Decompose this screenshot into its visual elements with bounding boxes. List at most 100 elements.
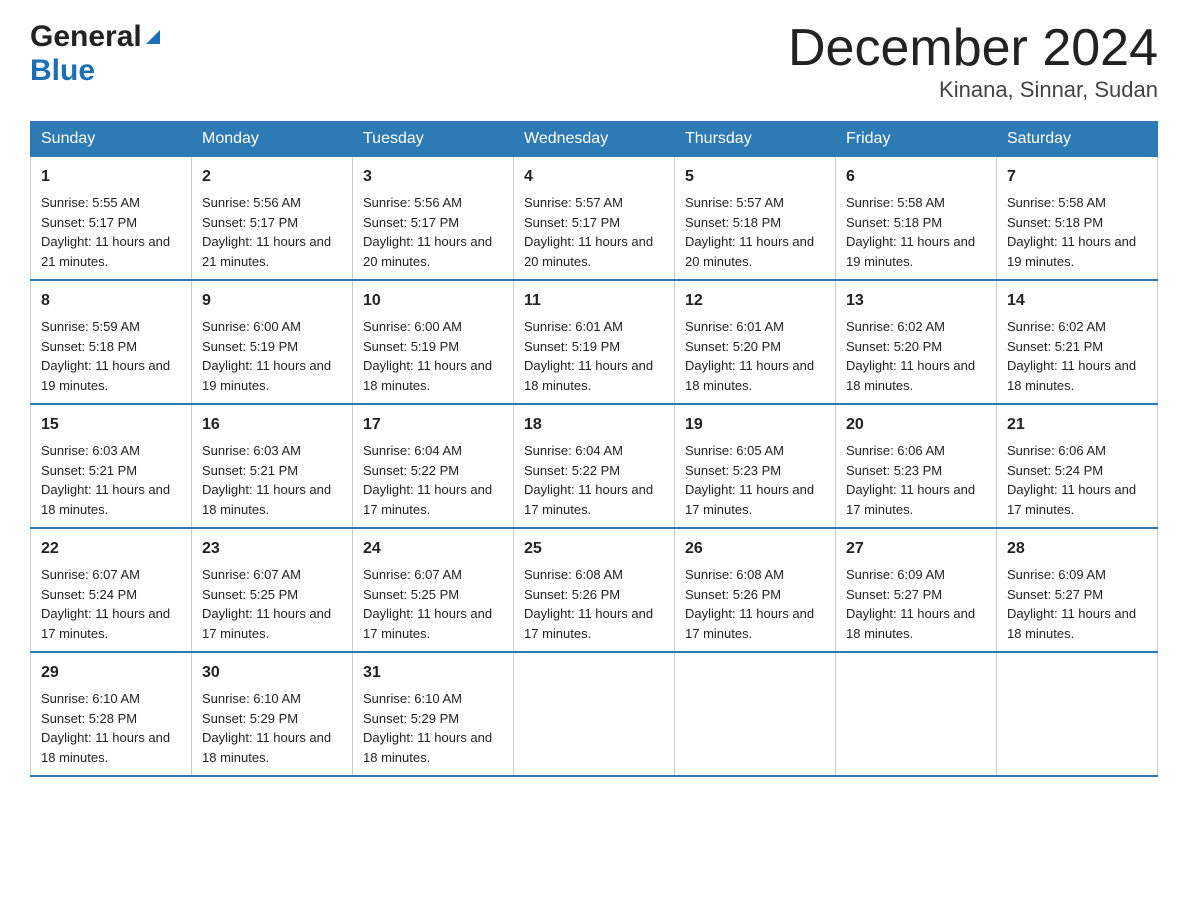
col-friday: Friday <box>836 122 997 157</box>
day-number: 3 <box>363 165 503 189</box>
calendar-cell: 19 Sunrise: 6:05 AMSunset: 5:23 PMDaylig… <box>675 404 836 528</box>
day-info: Sunrise: 6:06 AMSunset: 5:23 PMDaylight:… <box>846 443 975 517</box>
calendar-cell <box>675 652 836 776</box>
calendar-week-row: 8 Sunrise: 5:59 AMSunset: 5:18 PMDayligh… <box>31 280 1158 404</box>
day-number: 16 <box>202 413 342 437</box>
day-info: Sunrise: 5:55 AMSunset: 5:17 PMDaylight:… <box>41 195 170 269</box>
day-info: Sunrise: 6:03 AMSunset: 5:21 PMDaylight:… <box>41 443 170 517</box>
day-info: Sunrise: 5:57 AMSunset: 5:17 PMDaylight:… <box>524 195 653 269</box>
logo: General Blue <box>30 20 162 88</box>
day-info: Sunrise: 6:08 AMSunset: 5:26 PMDaylight:… <box>685 567 814 641</box>
calendar-cell: 4 Sunrise: 5:57 AMSunset: 5:17 PMDayligh… <box>514 157 675 281</box>
calendar-cell: 22 Sunrise: 6:07 AMSunset: 5:24 PMDaylig… <box>31 528 192 652</box>
day-info: Sunrise: 6:07 AMSunset: 5:25 PMDaylight:… <box>202 567 331 641</box>
day-number: 20 <box>846 413 986 437</box>
day-number: 19 <box>685 413 825 437</box>
day-number: 27 <box>846 537 986 561</box>
calendar-cell: 21 Sunrise: 6:06 AMSunset: 5:24 PMDaylig… <box>997 404 1158 528</box>
calendar-cell: 31 Sunrise: 6:10 AMSunset: 5:29 PMDaylig… <box>353 652 514 776</box>
day-number: 21 <box>1007 413 1147 437</box>
calendar-cell: 30 Sunrise: 6:10 AMSunset: 5:29 PMDaylig… <box>192 652 353 776</box>
day-info: Sunrise: 5:56 AMSunset: 5:17 PMDaylight:… <box>363 195 492 269</box>
day-info: Sunrise: 6:09 AMSunset: 5:27 PMDaylight:… <box>846 567 975 641</box>
calendar-header-row: Sunday Monday Tuesday Wednesday Thursday… <box>31 122 1158 157</box>
day-info: Sunrise: 6:02 AMSunset: 5:20 PMDaylight:… <box>846 319 975 393</box>
day-number: 8 <box>41 289 181 313</box>
day-number: 6 <box>846 165 986 189</box>
col-tuesday: Tuesday <box>353 122 514 157</box>
day-info: Sunrise: 6:10 AMSunset: 5:28 PMDaylight:… <box>41 691 170 765</box>
calendar-week-row: 1 Sunrise: 5:55 AMSunset: 5:17 PMDayligh… <box>31 157 1158 281</box>
calendar-cell: 5 Sunrise: 5:57 AMSunset: 5:18 PMDayligh… <box>675 157 836 281</box>
day-number: 14 <box>1007 289 1147 313</box>
calendar-cell: 25 Sunrise: 6:08 AMSunset: 5:26 PMDaylig… <box>514 528 675 652</box>
title-block: December 2024 Kinana, Sinnar, Sudan <box>788 20 1158 103</box>
calendar-cell <box>836 652 997 776</box>
day-info: Sunrise: 6:09 AMSunset: 5:27 PMDaylight:… <box>1007 567 1136 641</box>
calendar-cell: 17 Sunrise: 6:04 AMSunset: 5:22 PMDaylig… <box>353 404 514 528</box>
logo-triangle-icon <box>144 28 162 46</box>
day-number: 4 <box>524 165 664 189</box>
day-number: 25 <box>524 537 664 561</box>
day-info: Sunrise: 6:07 AMSunset: 5:24 PMDaylight:… <box>41 567 170 641</box>
day-info: Sunrise: 5:58 AMSunset: 5:18 PMDaylight:… <box>1007 195 1136 269</box>
page-header: General Blue December 2024 Kinana, Sinna… <box>30 20 1158 103</box>
col-saturday: Saturday <box>997 122 1158 157</box>
calendar-cell <box>514 652 675 776</box>
col-monday: Monday <box>192 122 353 157</box>
calendar-cell: 11 Sunrise: 6:01 AMSunset: 5:19 PMDaylig… <box>514 280 675 404</box>
calendar-week-row: 22 Sunrise: 6:07 AMSunset: 5:24 PMDaylig… <box>31 528 1158 652</box>
day-number: 2 <box>202 165 342 189</box>
day-info: Sunrise: 5:56 AMSunset: 5:17 PMDaylight:… <box>202 195 331 269</box>
day-number: 13 <box>846 289 986 313</box>
calendar-cell: 18 Sunrise: 6:04 AMSunset: 5:22 PMDaylig… <box>514 404 675 528</box>
day-number: 24 <box>363 537 503 561</box>
calendar-week-row: 29 Sunrise: 6:10 AMSunset: 5:28 PMDaylig… <box>31 652 1158 776</box>
day-number: 15 <box>41 413 181 437</box>
day-number: 26 <box>685 537 825 561</box>
calendar-cell: 15 Sunrise: 6:03 AMSunset: 5:21 PMDaylig… <box>31 404 192 528</box>
day-info: Sunrise: 6:01 AMSunset: 5:20 PMDaylight:… <box>685 319 814 393</box>
calendar-cell: 14 Sunrise: 6:02 AMSunset: 5:21 PMDaylig… <box>997 280 1158 404</box>
day-number: 1 <box>41 165 181 189</box>
day-info: Sunrise: 5:58 AMSunset: 5:18 PMDaylight:… <box>846 195 975 269</box>
col-wednesday: Wednesday <box>514 122 675 157</box>
logo-general: General <box>30 20 142 54</box>
day-number: 9 <box>202 289 342 313</box>
day-number: 7 <box>1007 165 1147 189</box>
day-info: Sunrise: 6:02 AMSunset: 5:21 PMDaylight:… <box>1007 319 1136 393</box>
day-number: 12 <box>685 289 825 313</box>
day-number: 18 <box>524 413 664 437</box>
day-info: Sunrise: 6:08 AMSunset: 5:26 PMDaylight:… <box>524 567 653 641</box>
calendar-cell: 12 Sunrise: 6:01 AMSunset: 5:20 PMDaylig… <box>675 280 836 404</box>
calendar-cell: 6 Sunrise: 5:58 AMSunset: 5:18 PMDayligh… <box>836 157 997 281</box>
calendar-week-row: 15 Sunrise: 6:03 AMSunset: 5:21 PMDaylig… <box>31 404 1158 528</box>
calendar-cell: 1 Sunrise: 5:55 AMSunset: 5:17 PMDayligh… <box>31 157 192 281</box>
calendar-cell: 29 Sunrise: 6:10 AMSunset: 5:28 PMDaylig… <box>31 652 192 776</box>
day-number: 31 <box>363 661 503 685</box>
day-info: Sunrise: 6:07 AMSunset: 5:25 PMDaylight:… <box>363 567 492 641</box>
col-sunday: Sunday <box>31 122 192 157</box>
calendar-cell <box>997 652 1158 776</box>
calendar-cell: 20 Sunrise: 6:06 AMSunset: 5:23 PMDaylig… <box>836 404 997 528</box>
day-number: 5 <box>685 165 825 189</box>
calendar-cell: 26 Sunrise: 6:08 AMSunset: 5:26 PMDaylig… <box>675 528 836 652</box>
day-number: 23 <box>202 537 342 561</box>
calendar-cell: 3 Sunrise: 5:56 AMSunset: 5:17 PMDayligh… <box>353 157 514 281</box>
calendar-cell: 24 Sunrise: 6:07 AMSunset: 5:25 PMDaylig… <box>353 528 514 652</box>
day-info: Sunrise: 6:00 AMSunset: 5:19 PMDaylight:… <box>363 319 492 393</box>
calendar-cell: 28 Sunrise: 6:09 AMSunset: 5:27 PMDaylig… <box>997 528 1158 652</box>
day-number: 10 <box>363 289 503 313</box>
day-info: Sunrise: 5:57 AMSunset: 5:18 PMDaylight:… <box>685 195 814 269</box>
day-number: 30 <box>202 661 342 685</box>
day-info: Sunrise: 6:10 AMSunset: 5:29 PMDaylight:… <box>202 691 331 765</box>
day-number: 28 <box>1007 537 1147 561</box>
day-info: Sunrise: 6:04 AMSunset: 5:22 PMDaylight:… <box>363 443 492 517</box>
day-info: Sunrise: 6:03 AMSunset: 5:21 PMDaylight:… <box>202 443 331 517</box>
logo-blue: Blue <box>30 54 95 88</box>
col-thursday: Thursday <box>675 122 836 157</box>
day-number: 22 <box>41 537 181 561</box>
day-info: Sunrise: 6:00 AMSunset: 5:19 PMDaylight:… <box>202 319 331 393</box>
calendar-cell: 23 Sunrise: 6:07 AMSunset: 5:25 PMDaylig… <box>192 528 353 652</box>
day-number: 29 <box>41 661 181 685</box>
